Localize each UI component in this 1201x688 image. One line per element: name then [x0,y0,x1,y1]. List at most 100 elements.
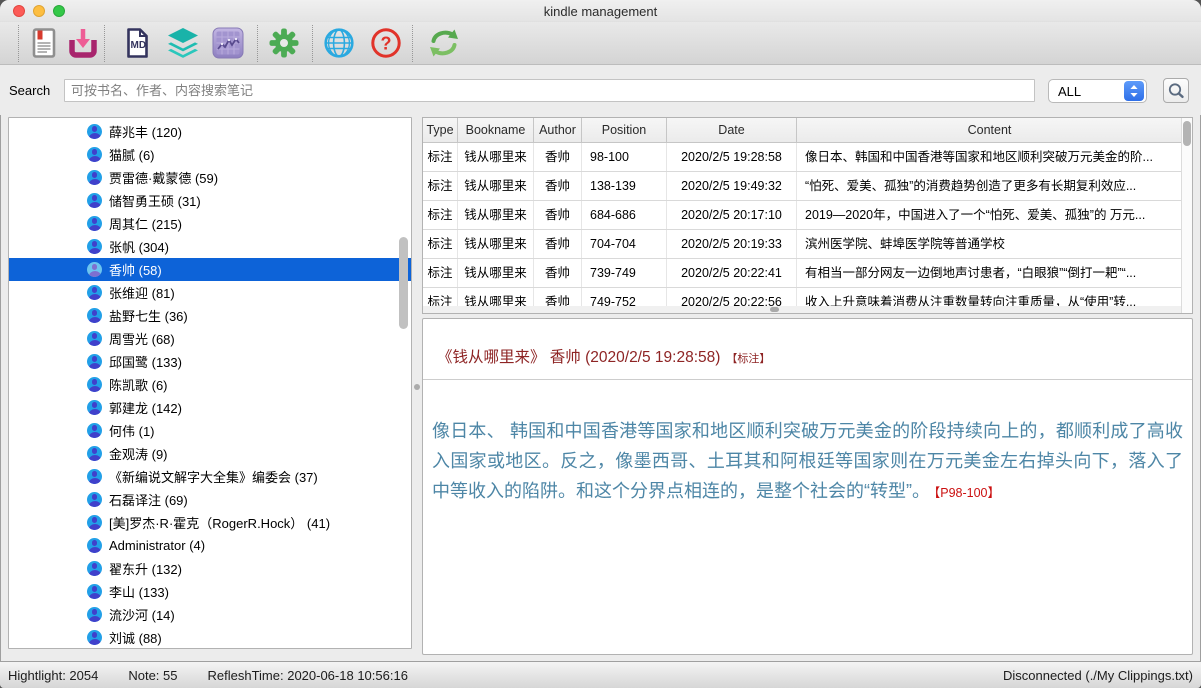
author-tree-item[interactable]: 贾雷德·戴蒙德 (59) [9,166,411,189]
cell-bookname: 钱从哪里来 [458,259,534,287]
pane-splitter-handle[interactable] [414,384,420,390]
cell-type: 标注 [423,230,458,258]
clippings-file-icon[interactable] [27,26,61,60]
note-body: 像日本、 韩国和中国香港等国家和地区顺利突破万元美金的阶段持续向上的，都顺利成了… [423,416,1192,508]
author-tree-item[interactable]: 周其仁 (215) [9,212,411,235]
author-tree-item[interactable]: [美]罗杰·R·霍克（RogerR.Hock） (41) [9,511,411,534]
table-vertical-scrollbar[interactable] [1181,118,1192,313]
note-row[interactable]: 标注钱从哪里来香帅704-7042020/2/5 20:19:33滨州医学院、蚌… [423,230,1182,259]
table-horizontal-scrollbar[interactable] [423,306,1181,313]
author-tree-item[interactable]: 香帅 (58) [9,258,411,281]
person-icon [87,331,102,346]
cell-position: 98-100 [582,143,667,171]
column-header[interactable]: Type [423,118,458,142]
author-tree-item[interactable]: 周雪光 (68) [9,327,411,350]
author-label: 张维迎 (81) [109,283,175,302]
settings-gear-icon[interactable] [267,26,301,60]
author-label: 郭建龙 (142) [109,398,182,417]
website-globe-icon[interactable] [322,26,356,60]
person-icon [87,630,102,645]
toolbar-separator [312,25,313,62]
refresh-sync-icon[interactable] [427,26,461,60]
note-position-badge: 【P98-100】 [934,486,1000,500]
author-tree-item[interactable]: Administrator (4) [9,534,411,557]
author-label: 金观涛 (9) [109,444,168,463]
person-icon [87,469,102,484]
author-tree-item[interactable]: 张维迎 (81) [9,281,411,304]
author-tree-item[interactable]: 薛兆丰 (120) [9,120,411,143]
author-tree-item[interactable]: 李山 (133) [9,580,411,603]
author-label: 翟东升 (132) [109,559,182,578]
import-icon[interactable] [66,26,100,60]
search-input[interactable] [64,79,1035,102]
main-area: 薛兆丰 (120) 猫腻 (6) 贾雷德·戴蒙德 (59) 储智勇王硕 (31) 周其仁… [0,115,1201,661]
author-tree-item[interactable]: 陈凯歌 (6) [9,373,411,396]
toolbar-separator [412,25,413,62]
author-label: 贾雷德·戴蒙德 (59) [109,168,218,187]
cell-date: 2020/2/5 20:19:33 [667,230,797,258]
person-icon [87,239,102,254]
person-icon [87,584,102,599]
author-label: 《新编说文解字大全集》编委会 (37) [109,467,318,486]
export-markdown-icon[interactable]: MD [120,26,154,60]
note-row[interactable]: 标注钱从哪里来香帅684-6862020/2/5 20:17:102019—20… [423,201,1182,230]
author-tree-item[interactable]: 流沙河 (14) [9,603,411,626]
column-header[interactable]: Content [797,118,1182,142]
cell-bookname: 钱从哪里来 [458,201,534,229]
chevron-up-down-icon [1124,81,1144,101]
author-label: 周其仁 (215) [109,214,182,233]
author-label: [美]罗杰·R·霍克（RogerR.Hock） (41) [109,513,330,532]
note-row[interactable]: 标注钱从哪里来香帅739-7492020/2/5 20:22:41有相当一部分网… [423,259,1182,288]
books-layers-icon[interactable] [166,26,200,60]
author-label: 石磊译注 (69) [109,490,188,509]
column-header[interactable]: Bookname [458,118,534,142]
column-header[interactable]: Author [534,118,582,142]
help-icon[interactable]: ? [369,26,403,60]
note-detail-pane: 《钱从哪里来》 香帅 (2020/2/5 19:28:58)【标注】 像日本、 … [422,318,1193,655]
cell-date: 2020/2/5 19:28:58 [667,143,797,171]
author-tree-item[interactable]: 储智勇王硕 (31) [9,189,411,212]
note-row[interactable]: 标注钱从哪里来香帅98-1002020/2/5 19:28:58像日本、韩国和中… [423,143,1182,172]
author-tree-item[interactable]: 猫腻 (6) [9,143,411,166]
cell-position: 704-704 [582,230,667,258]
author-label: 薛兆丰 (120) [109,122,182,141]
author-tree-item[interactable]: 张帆 (304) [9,235,411,258]
cell-bookname: 钱从哪里来 [458,172,534,200]
search-button[interactable] [1163,78,1189,103]
statistics-chart-icon[interactable] [211,26,245,60]
author-label: 储智勇王硕 (31) [109,191,201,210]
cell-author: 香帅 [534,259,582,287]
table-vscroll-thumb[interactable] [1183,121,1191,146]
author-label: 张帆 (304) [109,237,169,256]
author-tree-item[interactable]: 郭建龙 (142) [9,396,411,419]
author-label: 香帅 (58) [109,260,162,279]
author-tree-item[interactable]: 何伟 (1) [9,419,411,442]
column-header[interactable]: Position [582,118,667,142]
note-row[interactable]: 标注钱从哪里来香帅138-1392020/2/5 19:49:32“怕死、爱美、… [423,172,1182,201]
author-tree-item[interactable]: 盐野七生 (36) [9,304,411,327]
author-label: 何伟 (1) [109,421,155,440]
author-tree-item[interactable]: 邱国鹭 (133) [9,350,411,373]
cell-content: 有相当一部分网友一边倒地声讨患者，“白眼狼”“倒打一耙”“... [797,259,1182,287]
cell-position: 138-139 [582,172,667,200]
table-hscroll-thumb[interactable] [770,307,779,312]
notes-table: TypeBooknameAuthorPositionDateContent 标注… [422,117,1193,314]
author-tree-item[interactable]: 翟东升 (132) [9,557,411,580]
author-tree-item[interactable]: 石磊译注 (69) [9,488,411,511]
filter-dropdown[interactable]: ALL [1048,79,1147,103]
person-icon [87,538,102,553]
author-tree-item[interactable]: 《新编说文解字大全集》编委会 (37) [9,465,411,488]
table-header: TypeBooknameAuthorPositionDateContent [423,118,1182,143]
author-tree-item[interactable]: 刘诚 (88) [9,626,411,649]
sidebar-scrollbar-thumb[interactable] [399,237,408,329]
author-label: 李山 (133) [109,582,169,601]
column-header[interactable]: Date [667,118,797,142]
titlebar: kindle management [0,0,1201,22]
cell-author: 香帅 [534,230,582,258]
person-icon [87,400,102,415]
author-tree-item[interactable]: 金观涛 (9) [9,442,411,465]
filter-value: ALL [1049,84,1124,99]
svg-text:MD: MD [131,40,147,51]
person-icon [87,285,102,300]
person-icon [87,170,102,185]
